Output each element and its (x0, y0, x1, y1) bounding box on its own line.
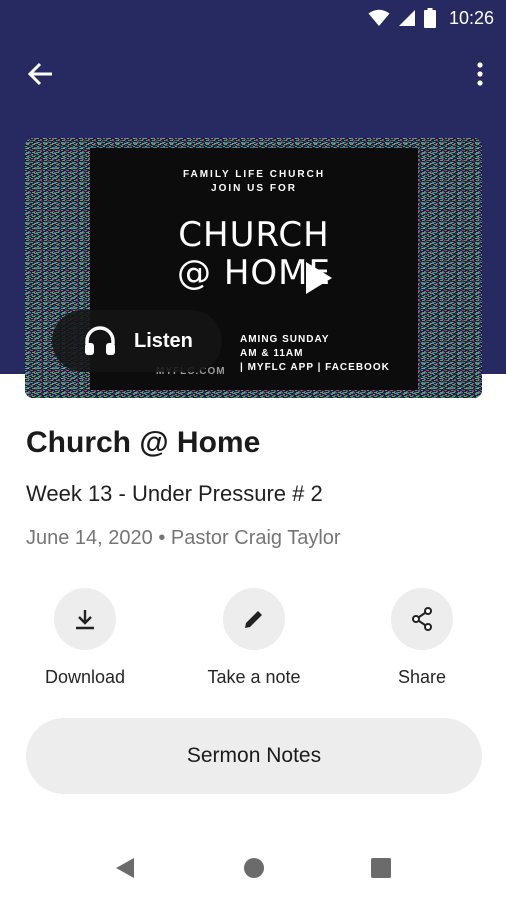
system-nav-bar (0, 836, 506, 900)
sermon-detail-screen: 10:26 FAMILY LIFE CHURCH JOIN US FOR CHU… (0, 0, 506, 900)
more-options-button[interactable] (468, 56, 492, 92)
app-bar (0, 44, 506, 104)
sermon-subtitle: Week 13 - Under Pressure # 2 (26, 481, 323, 506)
nav-recents-icon (371, 858, 391, 878)
battery-icon (424, 8, 436, 28)
share-label: Share (397, 667, 447, 687)
status-bar: 10:26 (0, 0, 506, 36)
poster-info-line1: AMING SUNDAY (240, 334, 330, 345)
nav-back-icon (116, 858, 134, 878)
share-button[interactable] (391, 588, 453, 650)
more-vert-icon (477, 62, 483, 86)
poster-church-name: FAMILY LIFE CHURCH (182, 169, 326, 180)
listen-label: Listen (134, 329, 193, 352)
nav-home-icon (244, 858, 264, 878)
headphones-icon (85, 326, 115, 355)
listen-button[interactable]: Listen (52, 310, 222, 372)
poster-title-line1: CHURCH (178, 215, 330, 255)
nav-home-button[interactable] (242, 856, 266, 880)
back-button[interactable] (20, 56, 60, 92)
download-action[interactable]: Download (20, 588, 150, 688)
share-icon (412, 607, 432, 631)
share-action[interactable]: Share (357, 588, 487, 688)
nav-recents-button[interactable] (369, 856, 393, 880)
poster-title: CHURCH @ HOME (90, 216, 418, 292)
wifi-icon (368, 9, 390, 26)
signal-icon (399, 10, 415, 26)
pencil-icon (245, 611, 262, 628)
status-icons (368, 7, 436, 29)
sermon-notes-button[interactable]: Sermon Notes (26, 718, 482, 794)
play-icon (306, 262, 332, 294)
play-button[interactable] (297, 248, 341, 308)
poster-title-line2: @ HOME (177, 253, 331, 293)
download-icon (76, 610, 94, 630)
poster-info-line3: | MYFLC APP | FACEBOOK (240, 362, 390, 373)
poster-header: FAMILY LIFE CHURCH JOIN US FOR (90, 168, 418, 196)
sermon-title: Church @ Home (26, 426, 261, 459)
download-button[interactable] (54, 588, 116, 650)
back-arrow-icon (27, 62, 52, 86)
take-note-label: Take a note (207, 667, 301, 687)
poster-join-text: JOIN US FOR (211, 183, 297, 194)
sermon-meta: June 14, 2020 • Pastor Craig Taylor (26, 527, 341, 549)
nav-back-button[interactable] (113, 856, 137, 880)
status-time: 10:26 (448, 8, 494, 28)
poster-info: AMING SUNDAY AM & 11AM | MYFLC APP | FAC… (240, 333, 390, 375)
take-note-button[interactable] (223, 588, 285, 650)
download-label: Download (44, 667, 126, 687)
poster-info-line2: AM & 11AM (240, 348, 304, 359)
take-note-action[interactable]: Take a note (189, 588, 319, 688)
